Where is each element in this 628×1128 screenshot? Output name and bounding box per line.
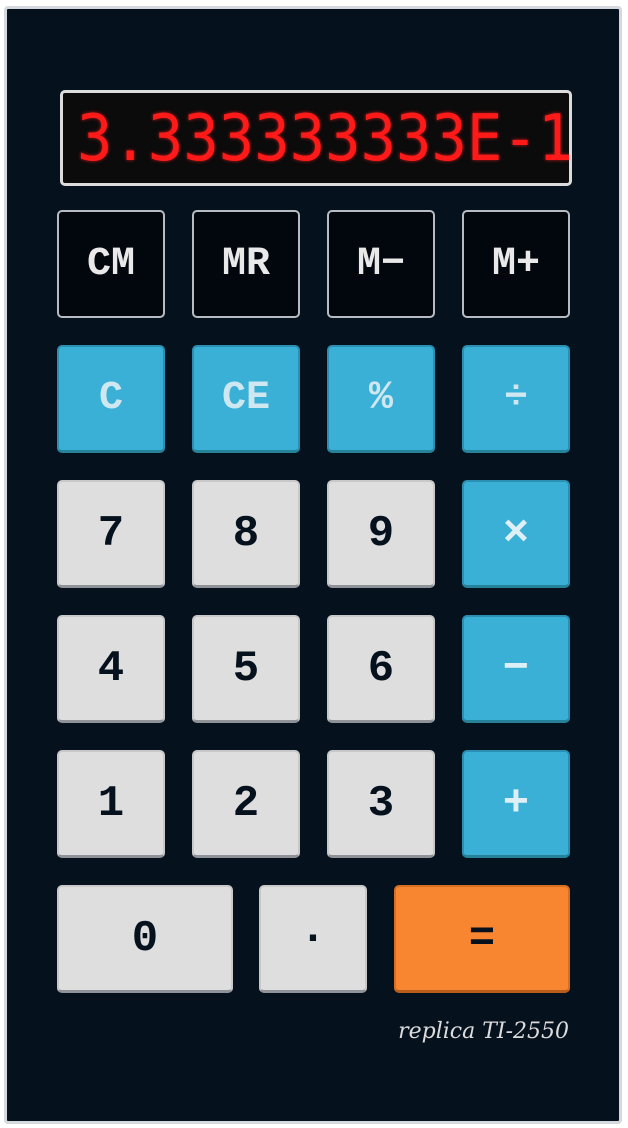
digit-4-button[interactable]: 4	[57, 615, 165, 723]
display-panel: 3.333333333E-1	[60, 90, 572, 186]
memory-clear-button[interactable]: CM	[57, 210, 165, 318]
add-button[interactable]: +	[462, 750, 570, 858]
digit-2-button[interactable]: 2	[192, 750, 300, 858]
equals-button[interactable]: =	[394, 885, 570, 993]
digit-5-button[interactable]: 5	[192, 615, 300, 723]
multiply-button[interactable]: ×	[462, 480, 570, 588]
memory-minus-button[interactable]: M−	[327, 210, 435, 318]
percent-button[interactable]: %	[327, 345, 435, 453]
display-readout: 3.333333333E-1	[77, 102, 572, 176]
digit-0-button[interactable]: 0	[57, 885, 233, 993]
decimal-point-button[interactable]: ·	[259, 885, 367, 993]
digit-7-button[interactable]: 7	[57, 480, 165, 588]
memory-plus-button[interactable]: M+	[462, 210, 570, 318]
subtract-button[interactable]: −	[462, 615, 570, 723]
clear-button[interactable]: C	[57, 345, 165, 453]
digit-9-button[interactable]: 9	[327, 480, 435, 588]
digit-1-button[interactable]: 1	[57, 750, 165, 858]
calculator-body: 3.333333333E-1 CM MR M− M+ C CE % ÷ 7 8 …	[4, 6, 622, 1124]
divide-button[interactable]: ÷	[462, 345, 570, 453]
memory-recall-button[interactable]: MR	[192, 210, 300, 318]
clear-entry-button[interactable]: CE	[192, 345, 300, 453]
digit-3-button[interactable]: 3	[327, 750, 435, 858]
digit-8-button[interactable]: 8	[192, 480, 300, 588]
model-caption: replica TI-2550	[398, 1019, 569, 1044]
digit-6-button[interactable]: 6	[327, 615, 435, 723]
